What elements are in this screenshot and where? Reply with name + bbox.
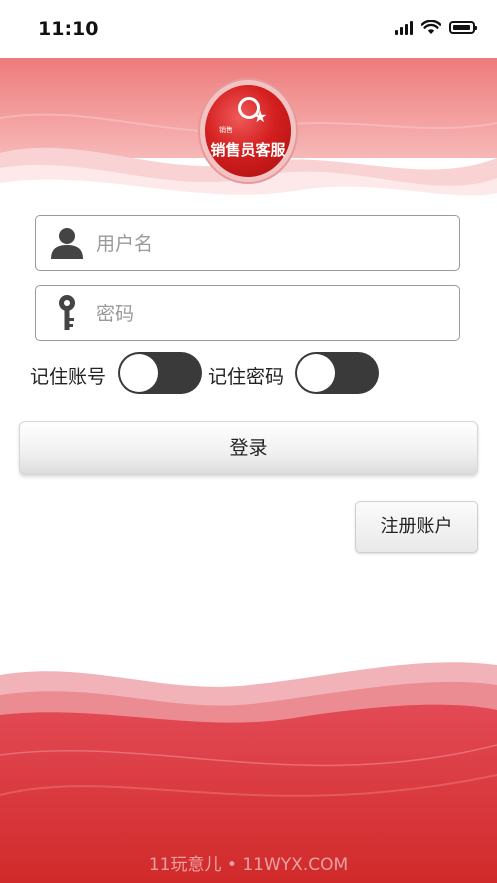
logo-text: 销售员客服 [210,141,286,159]
toggle-knob [297,354,335,392]
toggle-knob [120,354,158,392]
remember-account-label: 记住账号 [30,366,107,388]
remember-account-toggle[interactable] [118,352,202,394]
username-field[interactable] [35,215,460,271]
key-icon [59,295,75,330]
login-button[interactable]: 登录 [19,421,478,475]
password-input[interactable] [94,294,448,334]
username-input[interactable] [94,224,448,264]
user-icon [51,228,83,259]
footer-wave-background [0,662,497,883]
logo-mini-text: 销售 [219,126,233,134]
password-field[interactable] [35,285,460,341]
remember-password-toggle[interactable] [295,352,379,394]
star-icon: ★ [253,107,268,126]
signal-icon [395,20,413,35]
app-logo: ★ 销售 销售员客服 [205,85,291,177]
status-time: 11:10 [38,18,99,40]
wifi-icon [421,20,441,34]
remember-password-label: 记住密码 [208,366,285,388]
status-bar: 11:10 [0,0,497,58]
watermark: 11玩意儿 • 11WYX.COM [148,855,349,875]
battery-icon [449,21,477,34]
status-icons [395,20,477,35]
register-button[interactable]: 注册账户 [355,501,478,553]
